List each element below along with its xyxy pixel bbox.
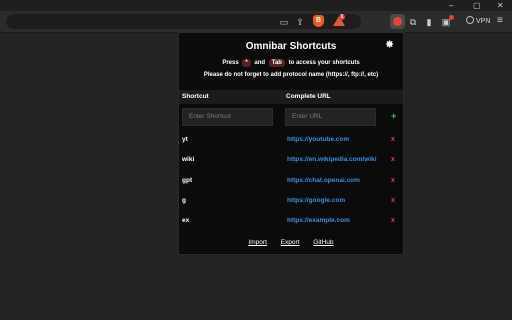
list-item: ex https://example.com x [179, 214, 403, 228]
export-link[interactable]: Export [281, 239, 300, 246]
omnibar-extension-icon[interactable] [390, 14, 405, 29]
protocol-note: Please do not forget to add protocol nam… [203, 72, 379, 78]
cast-icon[interactable]: ▭ [278, 16, 290, 28]
shortcut-key: yt [182, 136, 188, 143]
sidebar-icon[interactable]: ▮ [423, 16, 435, 28]
delete-shortcut-button[interactable]: x [391, 133, 395, 147]
import-link[interactable]: Import [248, 239, 266, 246]
minimize-button[interactable]: – [449, 1, 453, 10]
popup-footer: Import Export GitHub [179, 238, 403, 248]
vpn-button[interactable]: VPN [466, 16, 490, 27]
shortcut-url-link[interactable]: https://en.wikipedia.com/wiki [287, 153, 377, 167]
extensions-icon[interactable]: ⧉ [407, 16, 419, 28]
instruction-and: and [254, 60, 266, 66]
shortcut-url-link[interactable]: https://example.com [287, 214, 350, 228]
delete-shortcut-button[interactable]: x [391, 153, 395, 167]
shortcut-key: gpt [182, 177, 193, 184]
share-icon[interactable]: ⇪ [294, 16, 306, 28]
tab-key: Tab [268, 59, 285, 67]
shortcut-key: wiki [182, 156, 195, 163]
delete-shortcut-button[interactable]: x [391, 174, 395, 188]
vpn-icon [466, 16, 474, 24]
address-bar[interactable] [6, 14, 361, 29]
instruction-press: Press [222, 60, 239, 66]
list-item: g https://google.com x [179, 194, 403, 208]
url-input[interactable]: Enter URL [285, 108, 376, 126]
add-shortcut-button[interactable]: + [391, 111, 396, 121]
github-link[interactable]: GitHub [313, 239, 333, 246]
window-titlebar: – ▢ ✕ [0, 0, 512, 11]
browser-toolbar: ▭ ⇪ B 1 ⧉ ▮ ▣ VPN ≡ [0, 11, 512, 33]
shortcut-input[interactable]: Enter Shortcut [182, 108, 273, 126]
list-item: wiki https://en.wikipedia.com/wiki x [179, 153, 403, 167]
shortcut-key: g [182, 197, 186, 204]
popup-title: Omnibar Shortcuts [245, 41, 337, 52]
wallet-badge [449, 15, 454, 20]
brave-shield-icon[interactable]: B [313, 15, 324, 27]
vpn-label: VPN [476, 18, 491, 25]
omnibar-shortcuts-popup: Omnibar Shortcuts ✸ Press * and Tab to a… [178, 32, 404, 255]
rewards-badge: 1 [339, 14, 345, 20]
instructions: Press * and Tab to access your shortcuts [179, 58, 403, 68]
delete-shortcut-button[interactable]: x [391, 214, 395, 228]
menu-icon[interactable]: ≡ [497, 15, 503, 27]
shortcut-column-header: Shortcut [182, 93, 209, 100]
url-column-header: Complete URL [286, 93, 331, 100]
delete-shortcut-button[interactable]: x [391, 194, 395, 208]
shortcut-url-link[interactable]: https://youtube.com [287, 133, 349, 147]
close-window-button[interactable]: ✕ [497, 1, 504, 10]
table-header: Shortcut Complete URL [179, 90, 403, 104]
instruction-rest: to access your shortcuts [288, 60, 360, 66]
maximize-button[interactable]: ▢ [473, 1, 481, 10]
shortcut-url-link[interactable]: https://chat.openai.com [287, 174, 360, 188]
shortcut-key: ex [182, 217, 190, 224]
list-item: gpt https://chat.openai.com x [179, 174, 403, 188]
asterisk-key: * [242, 59, 251, 67]
settings-icon[interactable]: ✸ [385, 40, 394, 51]
shortcut-url-link[interactable]: https://google.com [287, 194, 345, 208]
list-item: yt https://youtube.com x [179, 133, 403, 147]
